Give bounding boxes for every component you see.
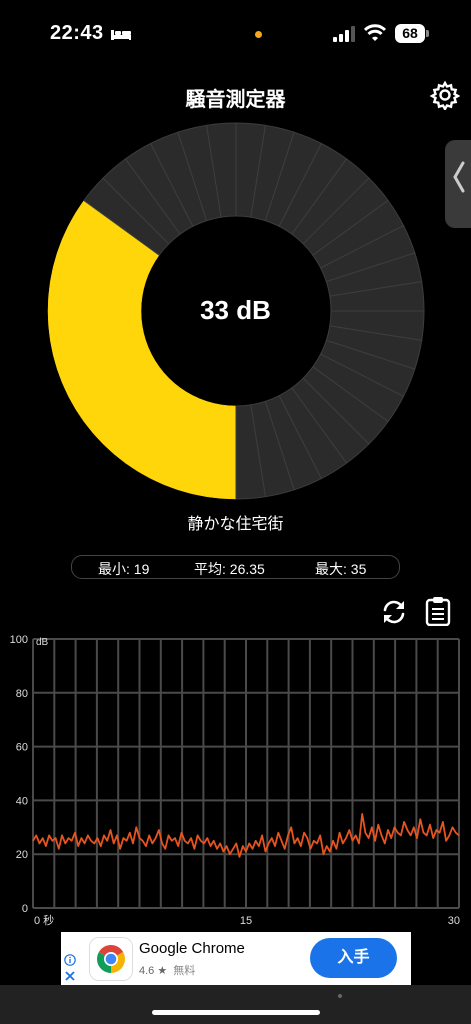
chrome-app-icon[interactable] — [89, 937, 133, 981]
chart-y-tick-label: 40 — [16, 795, 28, 807]
star-icon: ★ — [157, 965, 168, 977]
chart-y-axis-label: dB — [36, 637, 49, 648]
chart-y-tick-label: 20 — [16, 849, 28, 861]
stat-min: 最小: 19 — [98, 561, 150, 577]
ad-app-name: Google Chrome — [139, 940, 245, 957]
chart-y-tick-label: 80 — [16, 688, 28, 700]
page-dot — [338, 994, 342, 998]
sound-level-gauge — [47, 122, 425, 500]
reset-refresh-icon[interactable] — [380, 598, 408, 626]
gauge-db-value: 33 dB — [200, 295, 271, 325]
home-indicator[interactable] — [152, 1010, 320, 1015]
ad-rating-value: 4.6 — [139, 965, 155, 977]
ad-info-icon[interactable] — [64, 954, 76, 966]
clipboard-log-icon[interactable] — [425, 596, 451, 626]
ad-close-icon[interactable] — [64, 970, 76, 982]
chart-y-tick-label: 100 — [10, 634, 28, 646]
bottom-bar — [0, 985, 471, 1024]
ad-banner[interactable]: Google Chrome 4.6 ★ 無料 入手 — [61, 932, 411, 985]
chart-x-tick-label: 30 — [448, 915, 460, 927]
db-history-chart: 0 20 40 60 80 100 dB 0 秒 15 30 — [10, 634, 460, 927]
chart-x-tick-label: 15 — [240, 915, 252, 927]
ad-get-button[interactable]: 入手 — [310, 938, 397, 978]
ad-rating: 4.6 ★ 無料 — [139, 962, 195, 978]
noise-level-description: 静かな住宅街 — [187, 516, 284, 533]
chart-y-tick-label: 60 — [16, 742, 28, 754]
stats-bar: 最小: 19 平均: 26.35 最大: 35 — [71, 555, 400, 579]
chart-x-tick-label: 0 秒 — [34, 913, 54, 927]
ad-price: 無料 — [173, 965, 196, 977]
stat-max: 最大: 35 — [315, 561, 367, 577]
stat-average: 平均: 26.35 — [194, 561, 265, 577]
chart-y-tick-label: 0 — [22, 903, 28, 915]
